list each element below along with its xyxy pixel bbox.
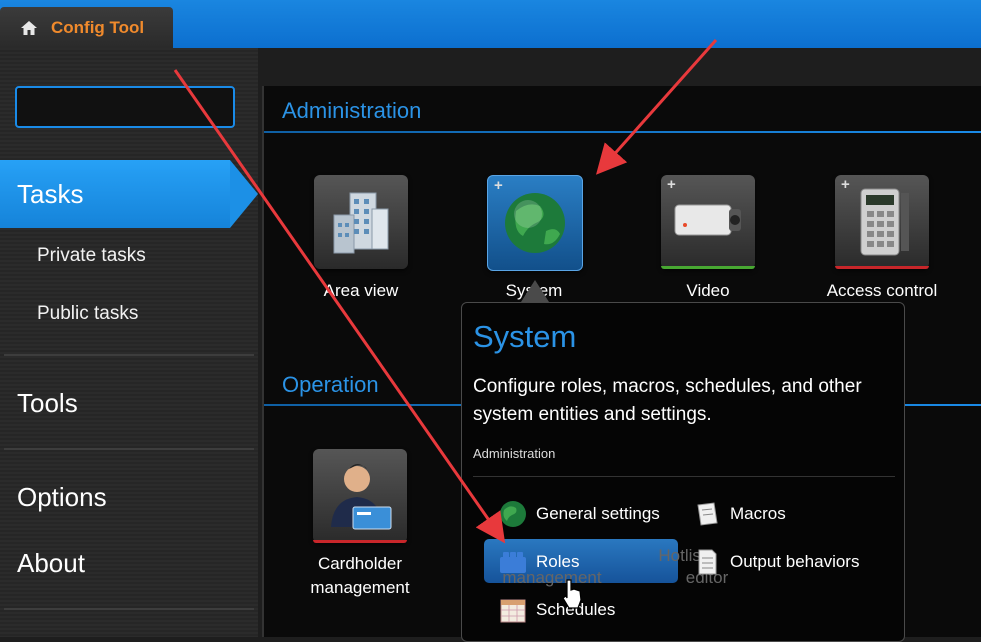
sidebar-item-private-tasks[interactable]: Private tasks <box>37 245 146 267</box>
tile-label: Area view <box>323 281 399 300</box>
popup-item-general-settings[interactable]: General settings <box>498 499 660 529</box>
system-popup: System Configure roles, macros, schedule… <box>461 302 905 642</box>
tile-area-view[interactable] <box>314 175 408 269</box>
scroll-icon <box>697 502 718 526</box>
tile-video[interactable]: + <box>661 175 755 269</box>
tile-accent-bar <box>661 266 755 269</box>
document-icon <box>698 549 717 575</box>
tile-label: Video <box>686 281 730 300</box>
home-icon <box>21 20 37 35</box>
lego-block-icon <box>500 552 526 573</box>
popup-pointer <box>521 280 549 302</box>
sidebar-item-options[interactable]: Options <box>17 482 107 513</box>
popup-item-label: Output behaviors <box>730 552 860 571</box>
popup-description: Configure roles, macros, schedules, and … <box>473 376 862 425</box>
sidebar-item-tasks[interactable]: Tasks <box>0 160 258 228</box>
tile-label: Access control <box>826 281 938 300</box>
tile-label: management <box>310 578 410 597</box>
app-title: Config Tool <box>51 17 145 37</box>
popup-item-label: General settings <box>536 504 660 523</box>
section-title-operation: Operation <box>282 372 379 397</box>
tile-accent-bar <box>835 266 929 269</box>
buildings-icon <box>333 192 389 254</box>
sidebar-divider <box>4 354 254 356</box>
tile-accent-bar <box>313 540 407 543</box>
popup-item-schedules[interactable]: Schedules <box>498 595 615 625</box>
section-title-administration: Administration <box>282 98 422 123</box>
search-input[interactable] <box>15 86 235 128</box>
sidebar-divider <box>4 448 254 450</box>
popup-title: System <box>473 319 577 354</box>
sidebar-divider <box>4 608 254 610</box>
tile-cardholder-management[interactable] <box>313 449 407 543</box>
plus-icon: + <box>667 176 676 193</box>
globe-icon <box>500 501 526 527</box>
popup-item-roles[interactable]: Roles <box>498 547 579 577</box>
popup-item-macros[interactable]: Macros <box>692 499 786 529</box>
sidebar: Tasks Private tasks Public tasks Tools O… <box>0 48 258 637</box>
popup-item-label: Macros <box>730 504 786 523</box>
calendar-icon <box>500 599 526 623</box>
config-tool-tab[interactable]: Config Tool <box>0 7 173 48</box>
popup-section-label: Administration <box>473 446 556 461</box>
tile-system[interactable]: + <box>487 175 583 271</box>
popup-item-output-behaviors[interactable]: Output behaviors <box>692 547 859 577</box>
section-divider <box>264 131 981 133</box>
plus-icon: + <box>494 177 503 194</box>
sidebar-item-about[interactable]: About <box>17 548 85 579</box>
popup-item-label: Schedules <box>536 600 616 619</box>
cardholder-icon <box>331 464 392 530</box>
plus-icon: + <box>841 176 850 193</box>
sidebar-item-tools[interactable]: Tools <box>17 388 78 419</box>
tile-access-control[interactable]: + <box>835 175 929 269</box>
tile-label: Cardholder <box>317 554 403 573</box>
popup-item-label: Roles <box>536 552 580 571</box>
popup-divider <box>473 476 895 477</box>
sidebar-item-public-tasks[interactable]: Public tasks <box>37 303 138 325</box>
